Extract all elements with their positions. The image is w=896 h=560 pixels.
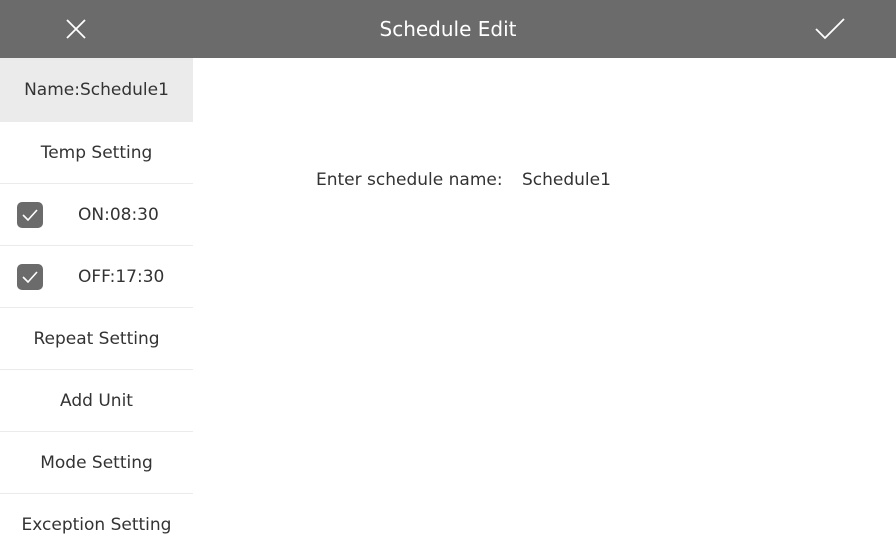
sidebar-item-label: OFF:17:30 [78, 266, 165, 287]
sidebar-item-mode-setting[interactable]: Mode Setting [0, 432, 193, 494]
sidebar-item-label: Mode Setting [40, 452, 153, 473]
confirm-button[interactable] [790, 0, 870, 58]
page-title: Schedule Edit [379, 17, 517, 41]
schedule-name-field[interactable]: Schedule1 [522, 170, 611, 190]
sidebar-item-label: Name:Schedule1 [24, 79, 169, 100]
checkmark-icon [22, 208, 38, 221]
sidebar-item-on-time[interactable]: ON:08:30 [0, 184, 193, 246]
sidebar-item-exception-setting[interactable]: Exception Setting [0, 494, 193, 556]
header-bar: Schedule Edit [0, 0, 896, 58]
sidebar-item-temp-setting[interactable]: Temp Setting [0, 122, 193, 184]
sidebar-item-off-time[interactable]: OFF:17:30 [0, 246, 193, 308]
main-content: Enter schedule name: Schedule1 [193, 58, 896, 560]
off-time-checkbox[interactable] [17, 263, 43, 290]
sidebar: Name:Schedule1 Temp Setting ON:08:30 OFF… [0, 58, 193, 560]
checkmark-icon [22, 270, 38, 283]
sidebar-item-label: Add Unit [60, 390, 133, 411]
checkmark-icon [815, 18, 845, 40]
sidebar-item-label: Exception Setting [21, 515, 172, 535]
schedule-name-prompt: Enter schedule name: [316, 170, 503, 190]
sidebar-item-name[interactable]: Name:Schedule1 [0, 58, 193, 122]
sidebar-item-repeat-setting[interactable]: Repeat Setting [0, 308, 193, 370]
sidebar-item-label: Temp Setting [40, 142, 153, 163]
sidebar-item-add-unit[interactable]: Add Unit [0, 370, 193, 432]
schedule-name-row: Enter schedule name: Schedule1 [316, 170, 611, 190]
sidebar-item-label: Repeat Setting [33, 328, 160, 349]
on-time-checkbox[interactable] [17, 201, 43, 228]
sidebar-item-label: ON:08:30 [78, 204, 159, 225]
